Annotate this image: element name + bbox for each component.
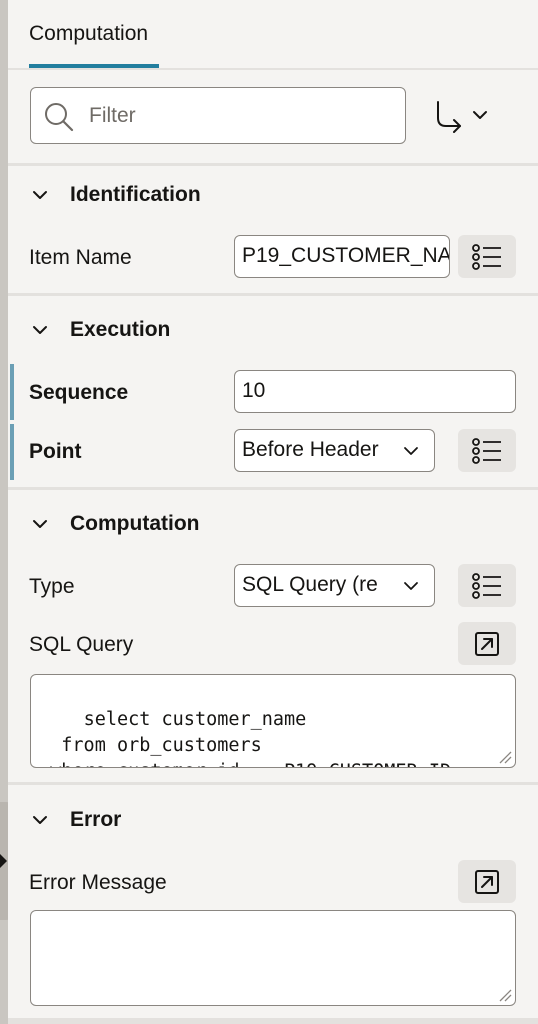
search-box[interactable] — [30, 87, 406, 144]
modified-indicator — [10, 364, 14, 420]
list-icon — [472, 437, 501, 464]
type-select-value: SQL Query (re — [242, 573, 378, 596]
section-divider — [8, 487, 538, 490]
search-icon — [45, 103, 74, 132]
property-editor-panel: Computation Identification Item Name P19… — [8, 0, 538, 1024]
chevron-down-icon — [33, 816, 47, 824]
sql-query-label: SQL Query — [29, 633, 134, 656]
point-list-button[interactable] — [458, 429, 516, 472]
expand-icon — [475, 631, 499, 656]
section-title: Execution — [70, 318, 171, 341]
section-divider — [8, 163, 538, 166]
expand-icon — [475, 869, 499, 894]
goto-button[interactable] — [432, 96, 492, 136]
type-list-button[interactable] — [458, 564, 516, 607]
modified-indicator — [10, 424, 14, 480]
search-input[interactable] — [89, 102, 389, 130]
sequence-label: Sequence — [29, 381, 129, 404]
section-header-error[interactable]: Error — [30, 805, 121, 835]
type-select[interactable]: SQL Query (re — [234, 564, 435, 607]
section-title: Computation — [70, 512, 200, 535]
chevron-down-icon — [404, 582, 418, 590]
list-icon — [472, 572, 501, 599]
sequence-field[interactable]: 10 — [234, 370, 516, 413]
item-name-list-button[interactable] — [458, 235, 516, 278]
section-title: Error — [70, 808, 122, 831]
error-message-expand-button[interactable] — [458, 860, 516, 903]
point-select[interactable]: Before Header — [234, 429, 435, 472]
item-name-label: Item Name — [29, 246, 132, 269]
section-divider — [8, 1018, 538, 1024]
resize-grip-icon[interactable] — [498, 750, 512, 764]
chevron-down-icon — [33, 520, 47, 528]
section-title: Identification — [70, 183, 201, 206]
sql-query-expand-button[interactable] — [458, 622, 516, 665]
sql-query-text: select customer_name from orb_customers … — [50, 709, 451, 767]
chevron-down-icon — [33, 326, 47, 334]
section-divider — [8, 293, 538, 296]
tab-bar: Computation — [8, 0, 538, 70]
tab-computation[interactable]: Computation — [29, 22, 148, 46]
chevron-down-icon — [404, 447, 418, 455]
section-header-identification[interactable]: Identification — [30, 180, 201, 210]
goto-arrow-icon — [437, 101, 487, 133]
point-label: Point — [29, 440, 82, 463]
section-divider — [8, 782, 538, 785]
sql-query-editor[interactable]: select customer_name from orb_customers … — [30, 674, 516, 768]
chevron-down-icon — [33, 191, 47, 199]
error-message-label: Error Message — [29, 871, 167, 894]
section-header-execution[interactable]: Execution — [30, 315, 170, 345]
section-header-computation[interactable]: Computation — [30, 509, 199, 539]
item-name-field[interactable]: P19_CUSTOMER_NA — [234, 235, 450, 278]
type-label: Type — [29, 575, 75, 598]
point-select-value: Before Header — [242, 438, 379, 461]
error-message-field[interactable] — [30, 910, 516, 1006]
active-tab-indicator — [29, 64, 159, 68]
resize-grip-icon[interactable] — [498, 988, 512, 1002]
list-icon — [472, 243, 501, 270]
